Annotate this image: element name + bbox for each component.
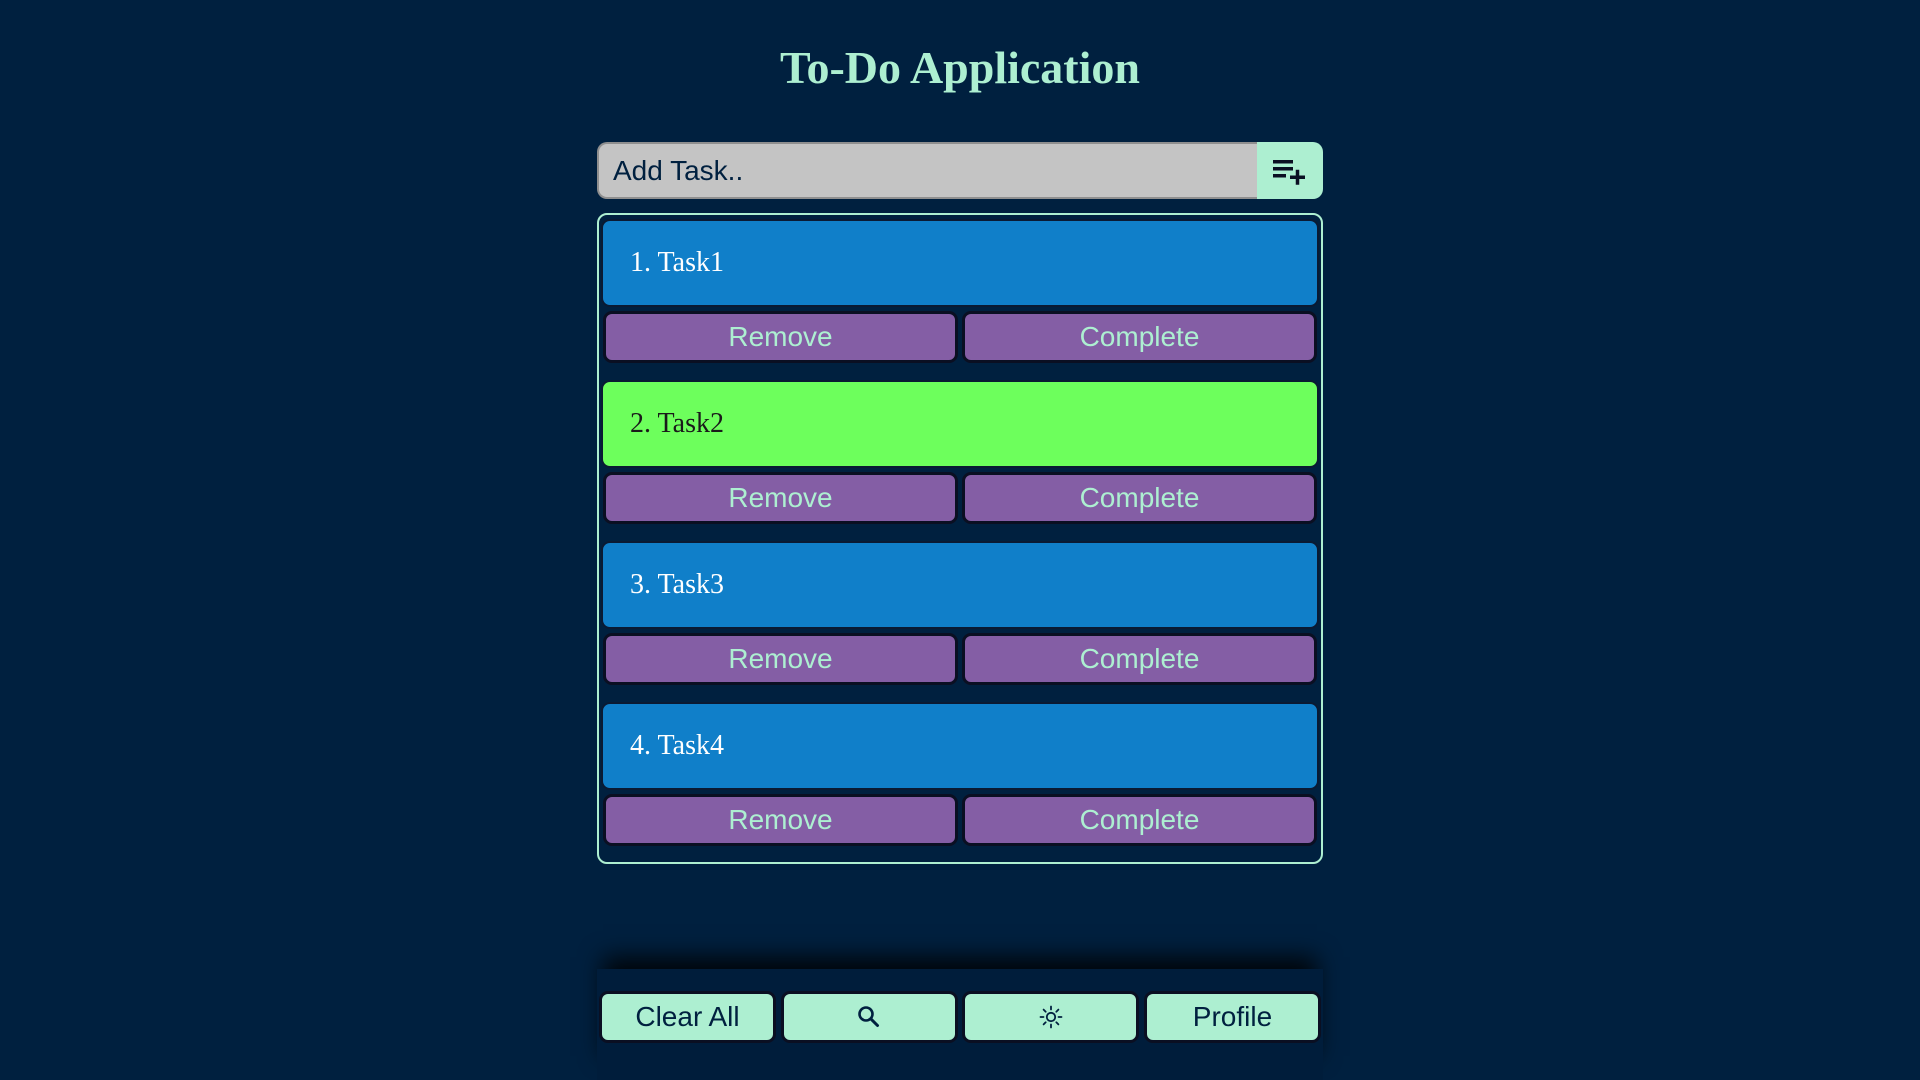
bottom-toolbar-buttons: Clear All Profile <box>599 991 1321 1043</box>
add-task-row <box>597 142 1323 199</box>
add-task-input[interactable] <box>597 142 1257 199</box>
complete-button[interactable]: Complete <box>962 311 1317 363</box>
task-list: 1. Task1 Remove Complete 2. Task2 Remove… <box>597 213 1323 864</box>
task-actions: Remove Complete <box>601 472 1319 524</box>
task-name: 3. Task3 <box>601 541 1319 629</box>
task-name: 1. Task1 <box>601 219 1319 307</box>
task-actions: Remove Complete <box>601 633 1319 685</box>
task-item: 1. Task1 Remove Complete <box>601 219 1319 363</box>
todo-app: To-Do Application 1. Task1 Remove Comple… <box>0 0 1920 1080</box>
profile-button[interactable]: Profile <box>1143 991 1321 1043</box>
task-actions: Remove Complete <box>601 311 1319 363</box>
task-name: 2. Task2 <box>601 380 1319 468</box>
bottom-toolbar: Clear All Profile <box>597 969 1323 1080</box>
task-name: 4. Task4 <box>601 702 1319 790</box>
task-item: 3. Task3 Remove Complete <box>601 541 1319 685</box>
add-task-button[interactable] <box>1257 142 1323 199</box>
complete-button[interactable]: Complete <box>962 633 1317 685</box>
search-button[interactable] <box>780 991 958 1043</box>
playlist-add-icon <box>1273 159 1305 185</box>
remove-button[interactable]: Remove <box>603 794 958 846</box>
complete-button[interactable]: Complete <box>962 794 1317 846</box>
theme-toggle-button[interactable] <box>962 991 1140 1043</box>
task-item: 2. Task2 Remove Complete <box>601 380 1319 524</box>
clear-all-button[interactable]: Clear All <box>599 991 776 1043</box>
remove-button[interactable]: Remove <box>603 633 958 685</box>
search-icon <box>858 1006 880 1027</box>
remove-button[interactable]: Remove <box>603 311 958 363</box>
complete-button[interactable]: Complete <box>962 472 1317 524</box>
task-item: 4. Task4 Remove Complete <box>601 702 1319 846</box>
sun-icon <box>1039 1005 1063 1029</box>
task-actions: Remove Complete <box>601 794 1319 846</box>
page-title: To-Do Application <box>779 42 1140 93</box>
remove-button[interactable]: Remove <box>603 472 958 524</box>
